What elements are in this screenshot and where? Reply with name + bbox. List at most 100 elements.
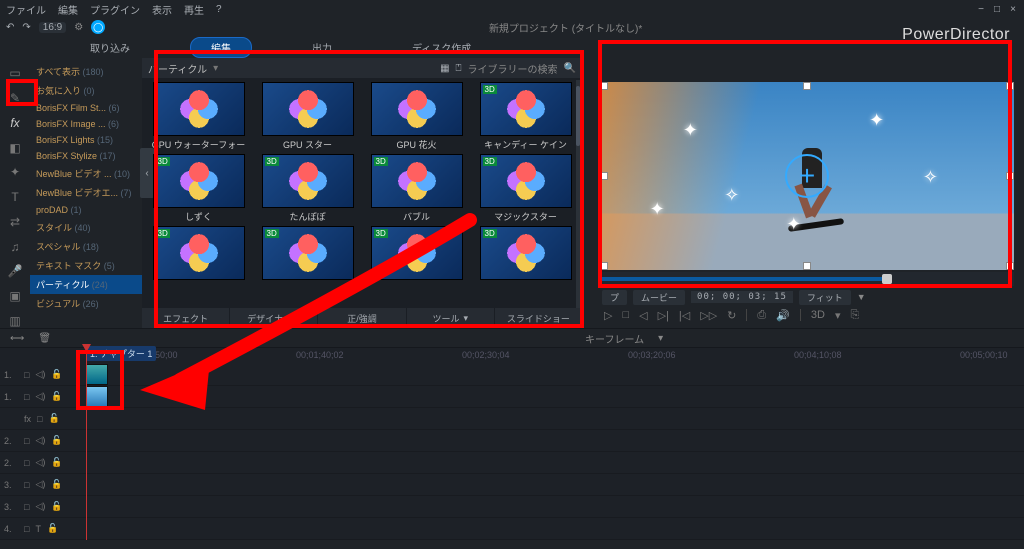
max-button[interactable]: □ [992,4,1002,15]
libtab-fix[interactable]: 正/強調 [318,308,406,328]
tab-import[interactable]: 取り込み [70,38,150,57]
cat-bfx2[interactable]: BorisFX Image ... (6) [30,116,142,132]
split-icon[interactable]: ⟷ [10,333,24,344]
libtab-effect[interactable]: エフェクト [142,308,230,328]
menu-plugin[interactable]: プラグイン [90,2,140,17]
title-icon[interactable]: T [6,190,24,205]
brush-icon[interactable]: ✎ [6,91,24,106]
back-icon[interactable]: |◁ [679,309,690,322]
prev-icon[interactable]: ◁ [639,309,647,322]
chapter-icon[interactable]: ▣ [6,289,24,304]
track-3a[interactable]: 3.□◁)🔓 [0,496,1024,518]
library-scrollbar[interactable] [576,80,580,308]
redo-icon[interactable]: ↷ [22,22,30,33]
library-dropdown[interactable]: パーティクル [148,61,207,76]
stop-icon[interactable]: □ [622,309,629,321]
chevron-down-icon[interactable]: ▾ [213,63,218,74]
cat-visual[interactable]: ビジュアル (26) [30,294,142,313]
audio-icon[interactable]: ♫ [6,239,24,254]
volume-icon[interactable]: 🔊 [776,309,790,322]
trash-icon[interactable]: 🗑 [38,333,51,344]
track-2a[interactable]: 2.□◁)🔓 [0,452,1024,474]
thumb-1[interactable]: GPU スター [257,82,358,150]
chevron-down-icon[interactable]: ▼ [857,292,866,302]
cat-all[interactable]: すべて表示 (180) [30,62,142,81]
thumb-9[interactable]: 3D [257,226,358,294]
cat-particle[interactable]: パーティクル (24) [30,275,142,294]
dock-icon[interactable]: ⎘ [851,309,860,322]
thumb-11[interactable]: 3D [475,226,576,294]
grid-icon[interactable]: ▦ [440,63,449,74]
aspect-ratio[interactable]: 16:9 [39,22,66,33]
play-icon[interactable]: ▷ [604,309,612,322]
libtab-tool[interactable]: ツール▾ [407,308,495,328]
particle-icon[interactable]: ✦ [6,165,24,180]
pv-timecode[interactable]: 00; 00; 03; 15 [691,291,793,303]
min-button[interactable]: − [976,4,986,15]
cat-special[interactable]: スペシャル (18) [30,237,142,256]
pip-icon[interactable]: ◧ [6,140,24,155]
menu-help[interactable]: ? [216,4,222,15]
track-1a[interactable]: 1.□◁)🔓 [0,386,1024,408]
menu-file[interactable]: ファイル [6,2,46,17]
track-4t[interactable]: 4.□T🔓 [0,518,1024,540]
track-2v[interactable]: 2.□◁)🔓 [0,430,1024,452]
pv-fit-button[interactable]: フィット [799,290,851,305]
chevron-down-icon[interactable]: ▾ [658,333,663,344]
3d-button[interactable]: 3D [811,309,825,321]
track-fx[interactable]: fx□🔓 [0,408,1024,430]
pv-movie-button[interactable]: ムービー [633,290,685,305]
tab-output[interactable]: 出力 [292,38,352,57]
thumb-5[interactable]: 3Dたんぽぽ [257,154,358,222]
track-3v[interactable]: 3.□◁)🔓 [0,474,1024,496]
tab-edit[interactable]: 編集 [190,37,252,58]
speaker-icon[interactable]: ◁) [35,369,45,380]
search-input[interactable]: ライブラリーの検索 [468,61,558,76]
tab-disc[interactable]: ディスク作成 [392,38,491,57]
keyframe-button[interactable]: キーフレーム [585,331,644,346]
timeline-clip[interactable] [86,364,108,385]
gear-icon[interactable]: ⚙ [74,22,83,33]
thumb-10[interactable]: 3D [366,226,467,294]
undo-icon[interactable]: ↶ [6,22,14,33]
lock-icon[interactable]: 🔓 [51,369,62,380]
media-icon[interactable]: ▭ [6,66,24,81]
ai-icon[interactable]: ◯ [91,20,105,34]
cat-textmask[interactable]: テキスト マスク (5) [30,256,142,275]
thumb-7[interactable]: 3Dマジックスター [475,154,576,222]
preview-slider[interactable] [600,272,1014,286]
chapter-marker[interactable]: 1. チャプター 1 [86,346,156,361]
fx-icon[interactable]: fx [6,115,24,130]
eye-icon[interactable]: □ [24,370,29,380]
cat-bfx4[interactable]: BorisFX Stylize (17) [30,148,142,164]
preview-canvas[interactable]: ✦ ✧ ✦ ✧ ✦ ✦ + [600,82,1014,270]
cat-style[interactable]: スタイル (40) [30,218,142,237]
cat-nb1[interactable]: NewBlue ビデオ ... (10) [30,164,142,183]
libtab-designer[interactable]: デザイナー▾ [230,308,318,328]
pv-clip-button[interactable]: プ [602,290,627,305]
track-1v[interactable]: 1.□◁)🔓 1. チャプター 1 [0,364,1024,386]
menu-edit[interactable]: 編集 [58,2,78,17]
snapshot-icon[interactable]: ⎙ [757,309,766,322]
transition-icon[interactable]: ⇄ [6,214,24,229]
resize-handles[interactable] [604,86,1010,266]
cat-prodad[interactable]: proDAD (1) [30,202,142,218]
voice-icon[interactable]: 🎤 [6,264,24,279]
menu-view[interactable]: 表示 [152,2,172,17]
subtitle-icon[interactable]: ▥ [6,313,24,328]
libtab-slide[interactable]: スライドショー [495,308,582,328]
thumb-3[interactable]: 3Dキャンディー ケイン [475,82,576,150]
thumb-0[interactable]: GPU ウォーターフォール [148,82,249,150]
sort-icon[interactable]: ⍞ [456,63,462,74]
thumb-4[interactable]: 3Dしずく [148,154,249,222]
thumb-2[interactable]: GPU 花火 [366,82,467,150]
playhead[interactable] [86,348,87,540]
search-icon[interactable]: 🔍 [564,63,576,74]
next-icon[interactable]: ▷| [658,309,669,322]
menu-play[interactable]: 再生 [184,2,204,17]
cat-bfx1[interactable]: BorisFX Film St... (6) [30,100,142,116]
close-button[interactable]: × [1008,4,1018,15]
cat-bfx3[interactable]: BorisFX Lights (15) [30,132,142,148]
ff-icon[interactable]: ▷▷ [700,309,717,322]
timeline-clip[interactable] [86,386,108,407]
